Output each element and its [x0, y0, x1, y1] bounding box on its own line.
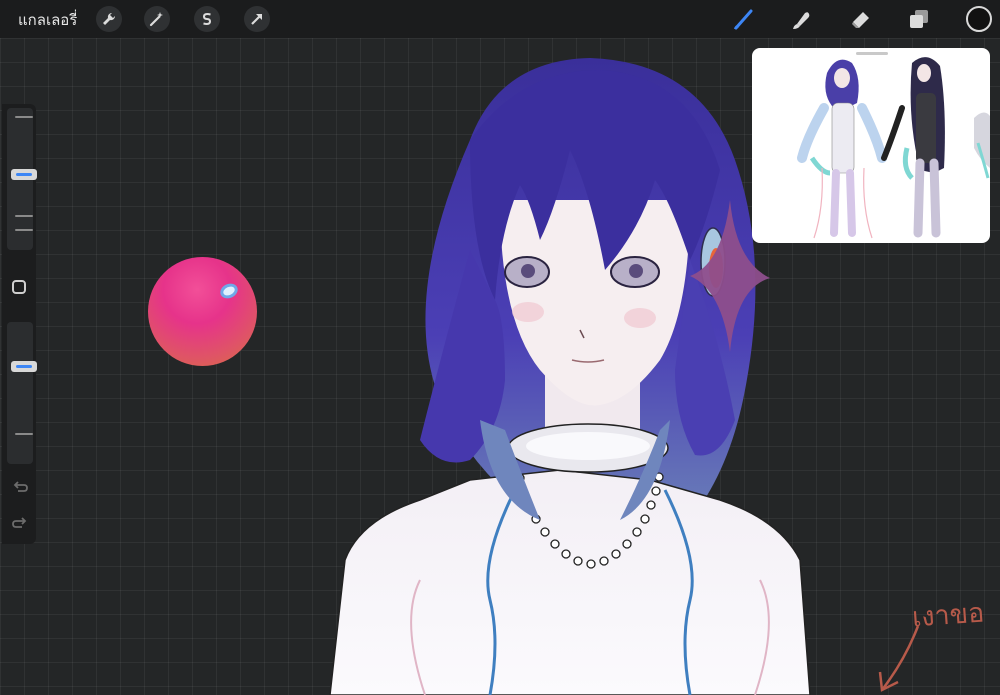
- layers-icon[interactable]: [905, 5, 933, 33]
- reference-image: [797, 57, 990, 239]
- brush-size-slider[interactable]: [7, 108, 37, 250]
- magic-wand-icon[interactable]: [144, 6, 170, 32]
- handwritten-annotation: เงาขอ: [911, 597, 986, 634]
- undo-icon[interactable]: [11, 478, 29, 496]
- smudge-icon[interactable]: [788, 5, 816, 33]
- brush-icon[interactable]: [730, 5, 758, 33]
- top-toolbar: แกลเลอรี่: [0, 0, 1000, 38]
- slider-tick: [15, 433, 33, 435]
- opacity-slider[interactable]: [7, 322, 37, 464]
- sphere-highlight: [217, 280, 241, 302]
- current-color-swatch[interactable]: [966, 6, 992, 32]
- arrow-cursor-icon[interactable]: [244, 6, 270, 32]
- slider-tick: [15, 229, 33, 231]
- redo-icon[interactable]: [11, 514, 29, 532]
- wrench-icon[interactable]: [96, 6, 122, 32]
- slider-tick: [15, 116, 33, 118]
- gallery-link[interactable]: แกลเลอรี่: [18, 8, 77, 32]
- left-sidebar: [2, 104, 37, 544]
- brush-size-thumb[interactable]: [11, 169, 37, 180]
- color-sphere: [148, 257, 257, 366]
- slider-tick: [15, 215, 33, 217]
- selection-s-icon[interactable]: [194, 6, 220, 32]
- modify-button[interactable]: [12, 280, 26, 294]
- reference-window[interactable]: [752, 48, 990, 243]
- eraser-icon[interactable]: [847, 5, 875, 33]
- opacity-thumb[interactable]: [11, 361, 37, 372]
